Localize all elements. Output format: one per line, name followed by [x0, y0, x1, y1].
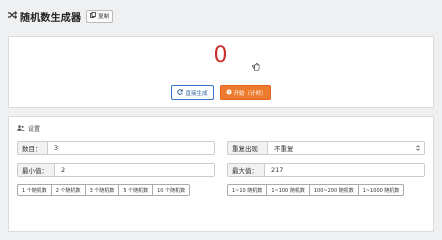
copy-icon — [90, 12, 97, 20]
result-panel: 0 直接生成 开始（计时） — [8, 36, 434, 108]
count-preset-group: 1 个随机数 2 个随机数 3 个随机数 5 个随机数 10 个随机数 — [17, 184, 191, 196]
generate-button[interactable]: 直接生成 — [171, 85, 214, 100]
settings-title: 设置 — [28, 126, 41, 133]
settings-panel: 设置 数目： 3 重复出现 不重复 最小值： 2 最大值： 217 1 个随机数… — [8, 116, 434, 232]
range-preset-button[interactable]: 1~10 随机数 — [228, 185, 268, 195]
page-title: 随机数生成器 — [20, 12, 82, 24]
max-label: 最大值： — [228, 164, 265, 176]
action-buttons: 直接生成 开始（计时） — [9, 85, 433, 100]
shuffle-icon — [8, 10, 18, 22]
start-button-label: 开始（计时） — [233, 90, 267, 97]
count-preset-button[interactable]: 5 个随机数 — [119, 185, 154, 195]
range-preset-button[interactable]: 1~1000 随机数 — [359, 185, 404, 195]
count-label: 数目： — [18, 142, 48, 154]
repeat-select[interactable]: 重复出现 不重复 — [227, 141, 425, 155]
min-label: 最小值： — [18, 164, 55, 176]
count-preset-button[interactable]: 2 个随机数 — [52, 185, 86, 195]
refresh-icon — [177, 88, 184, 97]
range-preset-group: 1~10 随机数 1~100 随机数 100~200 随机数 1~1000 随机… — [227, 184, 405, 196]
repeat-label: 重复出现 — [228, 142, 268, 154]
app-header: 随机数生成器 复制 — [8, 6, 434, 26]
count-preset-button[interactable]: 3 个随机数 — [86, 185, 120, 195]
generate-button-label: 直接生成 — [185, 90, 208, 97]
repeat-value[interactable]: 不重复 — [268, 142, 416, 154]
range-preset-button[interactable]: 1~100 随机数 — [267, 185, 310, 195]
range-preset-button[interactable]: 100~200 随机数 — [310, 185, 359, 195]
users-icon — [17, 124, 25, 133]
settings-heading: 设置 — [17, 124, 40, 133]
copy-button-label: 复制 — [98, 14, 110, 20]
max-field[interactable]: 最大值： 217 — [227, 163, 425, 177]
count-field[interactable]: 数目： 3 — [17, 141, 215, 155]
count-preset-button[interactable]: 1 个随机数 — [18, 185, 52, 195]
start-button[interactable]: 开始（计时） — [219, 85, 271, 100]
clock-icon — [226, 89, 232, 97]
count-input[interactable]: 3 — [48, 142, 214, 154]
copy-button[interactable]: 复制 — [86, 9, 114, 23]
min-input[interactable]: 2 — [55, 164, 214, 176]
count-preset-button[interactable]: 10 个随机数 — [153, 185, 189, 195]
max-input[interactable]: 217 — [265, 164, 424, 176]
chevron-updown-icon — [416, 142, 424, 154]
mouse-cursor-icon — [251, 56, 260, 71]
min-field[interactable]: 最小值： 2 — [17, 163, 215, 177]
result-display: 0 — [213, 43, 229, 68]
